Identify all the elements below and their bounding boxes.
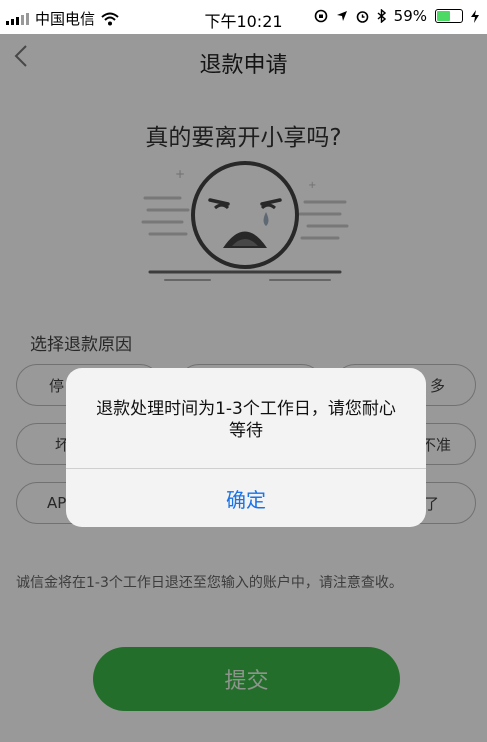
- alert-dialog: 退款处理时间为1-3个工作日，请您耐心 等待 确定: [66, 368, 426, 527]
- status-bar: 中国电信 下午10:21 59%: [0, 0, 487, 34]
- dialog-message-line: 等待: [229, 421, 263, 441]
- location-icon: [336, 11, 347, 21]
- dialog-message-line: 退款处理时间为1-3个工作日，请您耐心: [96, 399, 396, 419]
- alarm-icon: [356, 10, 368, 23]
- bluetooth-icon: [377, 9, 386, 23]
- charging-icon: [471, 9, 479, 23]
- battery-percent: 59%: [393, 7, 427, 25]
- confirm-button[interactable]: 确定: [66, 469, 426, 527]
- dialog-message: 退款处理时间为1-3个工作日，请您耐心 等待: [84, 398, 408, 442]
- battery-level-fill: [437, 11, 450, 21]
- battery-icon: [435, 9, 463, 23]
- lock-rotation-icon: [314, 9, 327, 23]
- status-right: 59%: [314, 7, 479, 25]
